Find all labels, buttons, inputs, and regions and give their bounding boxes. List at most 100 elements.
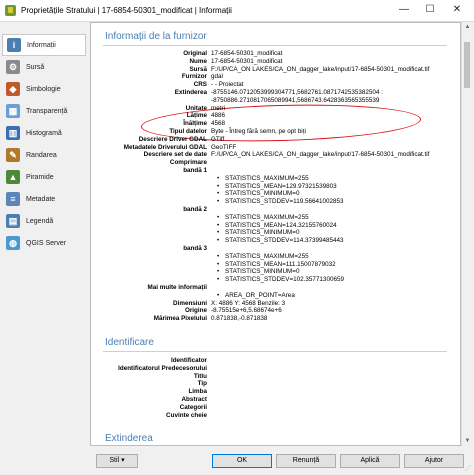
footer-bar: Stil ▾ OK Renunță Aplică Ajutor ⋰	[0, 446, 474, 475]
field-value: F:/UP/CA_ON LAKES/CA_ON_dagger_lake/inpu…	[211, 151, 430, 159]
bullet-icon: •	[217, 182, 220, 190]
sidebar-item-surs-[interactable]: ⚙ Sursă	[2, 56, 86, 78]
style-label: Stil	[109, 457, 120, 464]
field-label: Sursă	[189, 65, 207, 73]
sidebar-item-legend-[interactable]: ▤ Legendă	[2, 210, 86, 232]
field-value: STATISTICS_MINIMUM=0	[225, 190, 300, 198]
field-value: STATISTICS_MAXIMUM=255	[225, 252, 309, 260]
field-value: 4886	[211, 112, 226, 120]
field-label: Descriere set de date	[143, 151, 207, 159]
sidebar-item-histogram-[interactable]: ▥ Histogramă	[2, 122, 86, 144]
field-value: F:/UP/CA_ON LAKES/CA_ON_dagger_lake/inpu…	[211, 65, 430, 73]
field-label: bandă 2	[183, 206, 207, 213]
field-value: 17-6854-50301_modificat	[211, 57, 283, 65]
bullet-icon: •	[217, 174, 220, 182]
help-button[interactable]: Ajutor	[404, 454, 464, 468]
vertical-scrollbar[interactable]: ▲ ▼	[461, 22, 472, 446]
sidebar-item-simbologie[interactable]: ◆ Simbologie	[2, 78, 86, 100]
section-title-provider: Informații de la furnizor	[105, 31, 207, 42]
field-label: Categorii	[179, 403, 207, 411]
bullet-icon: •	[217, 213, 220, 221]
sidebar-item-label: Metadate	[26, 195, 56, 203]
sidebar: i Informații ⚙ Sursă ◆ Simbologie ▦ Transparenț…	[0, 22, 88, 446]
sidebar-item-label: QGIS Server	[26, 239, 67, 247]
section-divider	[103, 45, 447, 46]
qgis-icon	[5, 5, 16, 16]
bullet-icon: •	[217, 276, 220, 284]
scroll-down-icon[interactable]: ▼	[463, 438, 472, 444]
sidebar-item-label: Transparență	[26, 107, 68, 115]
field-label: Metadatele Driverului GDAL	[123, 143, 207, 151]
field-value: STATISTICS_STDDEV=102.35771300659	[225, 276, 344, 284]
field-label: Tipul datelor	[169, 128, 207, 135]
field-label: Identificator	[170, 357, 207, 364]
apply-button[interactable]: Aplică	[340, 454, 400, 468]
dropdown-arrow-icon: ▾	[121, 457, 125, 464]
field-value: gdal	[211, 73, 223, 81]
cancel-button[interactable]: Renunță	[276, 454, 336, 468]
field-value: STATISTICS_MEAN=129.97321539803	[225, 182, 337, 190]
field-label: Titlu	[193, 372, 207, 380]
sidebar-item-piramide[interactable]: ▲ Piramide	[2, 166, 86, 188]
field-label: bandă 1	[183, 167, 207, 174]
field-value: STATISTICS_MINIMUM=0	[225, 268, 300, 276]
field-value: STATISTICS_MEAN=111.15007879032	[225, 260, 336, 268]
section-divider	[103, 351, 447, 352]
field-label: bandă 3	[183, 245, 207, 252]
field-label: Comprimare	[169, 159, 207, 167]
ok-button[interactable]: OK	[212, 454, 272, 468]
sidebar-item-label: Simbologie	[26, 85, 61, 93]
field-label: Înălțime	[183, 120, 207, 128]
sidebar-item-label: Randarea	[26, 151, 57, 159]
field-label: Furnizor	[181, 73, 207, 81]
section-title-extent: Extinderea	[105, 433, 153, 445]
transparency-icon: ▦	[6, 104, 20, 118]
field-value: STATISTICS_STDDEV=119.56641002853	[225, 198, 344, 206]
style-dropdown[interactable]: Stil ▾	[96, 454, 138, 468]
sidebar-item-metadate[interactable]: ≡ Metadate	[2, 188, 86, 210]
sidebar-item-randarea[interactable]: ✎ Randarea	[2, 144, 86, 166]
field-label: Mărimea Pixelului	[153, 315, 207, 323]
field-value: -8755146.0712053999304771,5682761.087174…	[211, 89, 383, 104]
paint-icon: ◆	[6, 82, 20, 96]
minimize-button[interactable]: —	[394, 3, 414, 17]
field-value: GeoTIFF	[211, 143, 237, 151]
field-value: STATISTICS_MAXIMUM=255	[225, 213, 309, 221]
bullet-icon: •	[217, 198, 220, 206]
field-value: STATISTICS_MAXIMUM=255	[225, 174, 309, 182]
field-label: Original	[183, 50, 207, 57]
field-value: 4568	[211, 120, 226, 128]
resize-grip-icon[interactable]: ⋰	[465, 465, 471, 472]
field-label: Dimensiuni	[173, 299, 207, 307]
field-value: 0.871838,-0.871838	[211, 315, 268, 323]
field-value: STATISTICS_STDDEV=114.37399485443	[225, 237, 344, 245]
field-label: Unitate	[185, 104, 207, 112]
bullet-icon: •	[217, 291, 220, 299]
sidebar-item-informa-ii[interactable]: i Informații	[2, 34, 86, 56]
field-label: Cuvinte cheie	[166, 411, 207, 419]
scroll-up-icon[interactable]: ▲	[463, 24, 472, 30]
close-button[interactable]: ✕	[447, 3, 467, 17]
field-value: - - Proiectat	[211, 81, 244, 89]
sidebar-item-transparen-[interactable]: ▦ Transparență	[2, 100, 86, 122]
sidebar-item-qgis-server[interactable]: ◍ QGIS Server	[2, 232, 86, 254]
scroll-thumb[interactable]	[464, 42, 470, 88]
bullet-icon: •	[217, 260, 220, 268]
bullet-icon: •	[217, 237, 220, 245]
field-value: AREA_OR_POINT=Area	[225, 291, 295, 299]
field-label: Origine	[184, 307, 207, 315]
bullet-icon: •	[217, 190, 220, 198]
field-label: Limba	[188, 388, 207, 396]
field-label: Tip	[197, 380, 207, 388]
histogram-icon: ▥	[6, 126, 20, 140]
field-label: Nume	[189, 57, 208, 65]
wrench-icon: ⚙	[6, 60, 20, 74]
sidebar-item-label: Sursă	[26, 63, 45, 71]
info-icon: i	[7, 38, 21, 52]
field-value: Byte - Întreg fără semn, pe opt biți	[211, 128, 306, 135]
sidebar-item-label: Histogramă	[26, 129, 62, 137]
maximize-button[interactable]: ☐	[420, 3, 440, 17]
title-bar: Proprietățile Stratului | 17-6854-50301_…	[0, 0, 474, 22]
field-value: GTiff	[211, 135, 225, 143]
pyramid-icon: ▲	[6, 170, 20, 184]
